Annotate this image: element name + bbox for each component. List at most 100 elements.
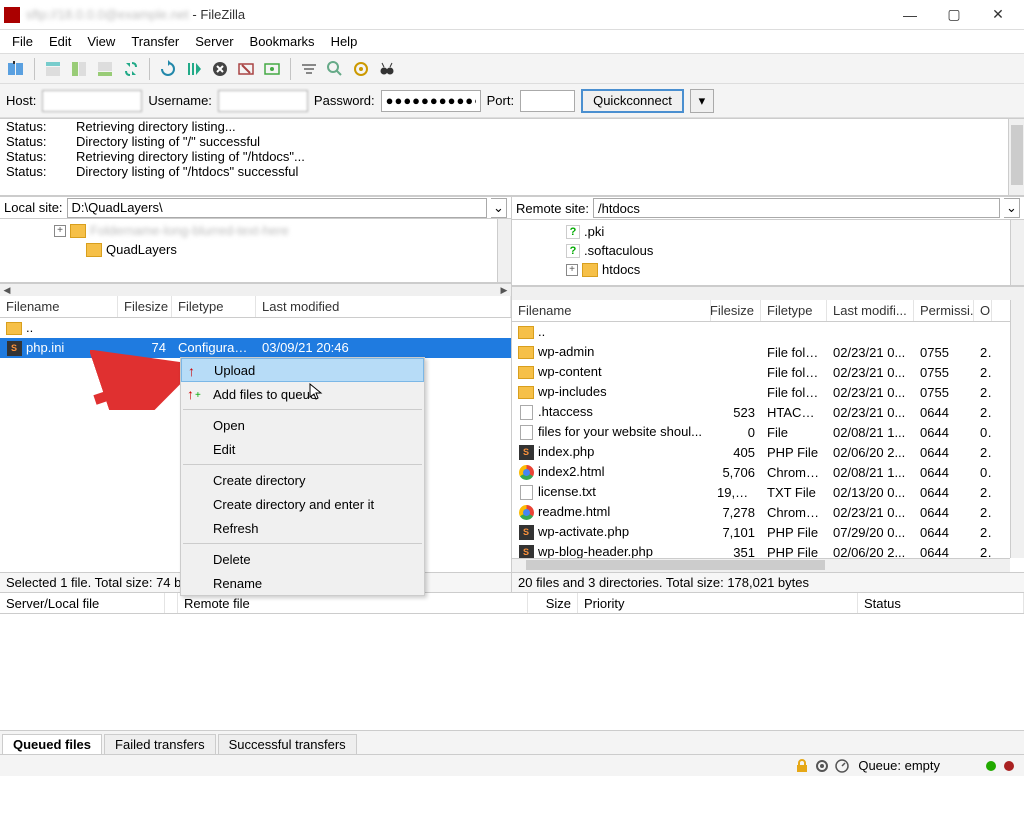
local-site-label: Local site: bbox=[4, 200, 63, 215]
table-row[interactable]: readme.html7,278Chrome ...02/23/21 0...0… bbox=[512, 502, 1024, 522]
auto-icon[interactable] bbox=[349, 57, 373, 81]
col-owner[interactable]: O bbox=[974, 300, 992, 321]
table-row[interactable]: Sphp.ini74Configurati...03/09/21 20:46 bbox=[0, 338, 511, 358]
context-item[interactable]: Refresh bbox=[181, 516, 424, 540]
disconnect-icon[interactable] bbox=[234, 57, 258, 81]
toggle-log-icon[interactable] bbox=[41, 57, 65, 81]
menu-server[interactable]: Server bbox=[187, 32, 241, 51]
toggle-tree-icon[interactable] bbox=[67, 57, 91, 81]
log-scrollbar[interactable] bbox=[1008, 119, 1024, 195]
remote-list-vscroll[interactable] bbox=[1010, 300, 1024, 558]
log-line: Retrieving directory listing of "/htdocs… bbox=[76, 149, 305, 164]
qcol-status[interactable]: Status bbox=[858, 593, 1024, 613]
status-bar: Queue: empty bbox=[0, 754, 1024, 776]
col-filetype[interactable]: Filetype bbox=[761, 300, 827, 321]
remote-tree[interactable]: ?.pki ?.softaculous +htdocs bbox=[512, 220, 1024, 286]
tree-node[interactable]: .pki bbox=[584, 224, 604, 239]
col-lastmod[interactable]: Last modified bbox=[256, 296, 511, 317]
context-item[interactable]: Create directory bbox=[181, 468, 424, 492]
context-item[interactable]: ↑+Add files to queue bbox=[181, 382, 424, 406]
local-tree-vscroll[interactable] bbox=[497, 219, 511, 281]
close-button[interactable]: ✕ bbox=[976, 1, 1020, 29]
filter-icon[interactable] bbox=[297, 57, 321, 81]
menu-edit[interactable]: Edit bbox=[41, 32, 79, 51]
local-path-dropdown[interactable]: ⌄ bbox=[491, 198, 507, 218]
context-label: Delete bbox=[213, 552, 251, 567]
table-row[interactable]: files for your website shoul...0File02/0… bbox=[512, 422, 1024, 442]
tab-success[interactable]: Successful transfers bbox=[218, 734, 357, 754]
quickconnect-bar: Host: Username: Password: Port: Quickcon… bbox=[0, 84, 1024, 118]
context-item[interactable]: Create directory and enter it bbox=[181, 492, 424, 516]
table-row[interactable]: .htaccess523HTACCE...02/23/21 0...06442 bbox=[512, 402, 1024, 422]
table-row[interactable]: wp-adminFile folder02/23/21 0...07552 bbox=[512, 342, 1024, 362]
gear-icon[interactable] bbox=[814, 758, 830, 774]
col-filesize[interactable]: Filesize bbox=[711, 300, 761, 321]
remote-tree-hscroll[interactable] bbox=[512, 286, 1024, 300]
remote-tree-vscroll[interactable] bbox=[1010, 220, 1024, 285]
tab-failed[interactable]: Failed transfers bbox=[104, 734, 216, 754]
qcol-priority[interactable]: Priority bbox=[578, 593, 858, 613]
sync-browse-icon[interactable] bbox=[119, 57, 143, 81]
tab-queued[interactable]: Queued files bbox=[2, 734, 102, 754]
table-row[interactable]: wp-contentFile folder02/23/21 0...07552 bbox=[512, 362, 1024, 382]
quickconnect-button[interactable]: Quickconnect bbox=[581, 89, 684, 113]
quickconnect-dropdown[interactable]: ▾ bbox=[690, 89, 714, 113]
context-item[interactable]: Rename bbox=[181, 571, 424, 595]
host-label: Host: bbox=[6, 93, 36, 108]
col-perms[interactable]: Permissi... bbox=[914, 300, 974, 321]
menu-transfer[interactable]: Transfer bbox=[123, 32, 187, 51]
remote-file-list[interactable]: Filename Filesize Filetype Last modifi..… bbox=[512, 300, 1024, 572]
password-input[interactable] bbox=[381, 90, 481, 112]
qcol-remote[interactable]: Remote file bbox=[178, 593, 528, 613]
host-input[interactable] bbox=[42, 90, 142, 112]
table-row[interactable]: .. bbox=[0, 318, 511, 338]
upload-icon: ↑ bbox=[188, 363, 204, 379]
menu-bar: File Edit View Transfer Server Bookmarks… bbox=[0, 30, 1024, 54]
table-row[interactable]: license.txt19,915TXT File02/13/20 0...06… bbox=[512, 482, 1024, 502]
table-row[interactable]: wp-includesFile folder02/23/21 0...07552 bbox=[512, 382, 1024, 402]
col-filename[interactable]: Filename bbox=[512, 300, 711, 321]
local-tree-hscroll[interactable]: ◀▶ bbox=[0, 283, 511, 296]
context-item[interactable]: ↑Upload bbox=[181, 358, 424, 382]
sitemanager-icon[interactable] bbox=[4, 57, 28, 81]
menu-view[interactable]: View bbox=[79, 32, 123, 51]
menu-help[interactable]: Help bbox=[323, 32, 366, 51]
app-icon bbox=[4, 7, 20, 23]
col-filesize[interactable]: Filesize bbox=[118, 296, 172, 317]
local-tree[interactable]: +Foldername-long-blurred-text-here QuadL… bbox=[0, 219, 511, 282]
remote-list-hscroll[interactable] bbox=[512, 558, 1010, 572]
context-item[interactable]: Open bbox=[181, 413, 424, 437]
table-row[interactable]: index2.html5,706Chrome ...02/08/21 1...0… bbox=[512, 462, 1024, 482]
username-input[interactable] bbox=[218, 90, 308, 112]
local-path-input[interactable] bbox=[67, 198, 487, 218]
reconnect-icon[interactable] bbox=[260, 57, 284, 81]
col-lastmod[interactable]: Last modifi... bbox=[827, 300, 914, 321]
tree-node[interactable]: htdocs bbox=[602, 262, 640, 277]
table-row[interactable]: Sindex.php405PHP File02/06/20 2...06442 bbox=[512, 442, 1024, 462]
remote-path-input[interactable] bbox=[593, 198, 1000, 218]
table-row[interactable]: .. bbox=[512, 322, 1024, 342]
menu-file[interactable]: File bbox=[4, 32, 41, 51]
queue-body[interactable] bbox=[0, 614, 1024, 730]
tree-node[interactable]: .softaculous bbox=[584, 243, 653, 258]
cancel-icon[interactable] bbox=[208, 57, 232, 81]
col-filetype[interactable]: Filetype bbox=[172, 296, 256, 317]
refresh-icon[interactable] bbox=[156, 57, 180, 81]
menu-bookmarks[interactable]: Bookmarks bbox=[242, 32, 323, 51]
activity-led-2 bbox=[1004, 761, 1014, 771]
process-queue-icon[interactable] bbox=[182, 57, 206, 81]
compare-icon[interactable] bbox=[323, 57, 347, 81]
port-input[interactable] bbox=[520, 90, 575, 112]
col-filename[interactable]: Filename bbox=[0, 296, 118, 317]
table-row[interactable]: Swp-activate.php7,101PHP File07/29/20 0.… bbox=[512, 522, 1024, 542]
qcol-local[interactable]: Server/Local file bbox=[0, 593, 165, 613]
tree-node[interactable]: QuadLayers bbox=[106, 242, 177, 257]
qcol-size[interactable]: Size bbox=[528, 593, 578, 613]
context-item[interactable]: Delete bbox=[181, 547, 424, 571]
remote-path-dropdown[interactable]: ⌄ bbox=[1004, 198, 1020, 218]
minimize-button[interactable]: — bbox=[888, 1, 932, 29]
context-item[interactable]: Edit bbox=[181, 437, 424, 461]
search-icon[interactable] bbox=[375, 57, 399, 81]
toggle-queue-icon[interactable] bbox=[93, 57, 117, 81]
maximize-button[interactable]: ▢ bbox=[932, 1, 976, 29]
